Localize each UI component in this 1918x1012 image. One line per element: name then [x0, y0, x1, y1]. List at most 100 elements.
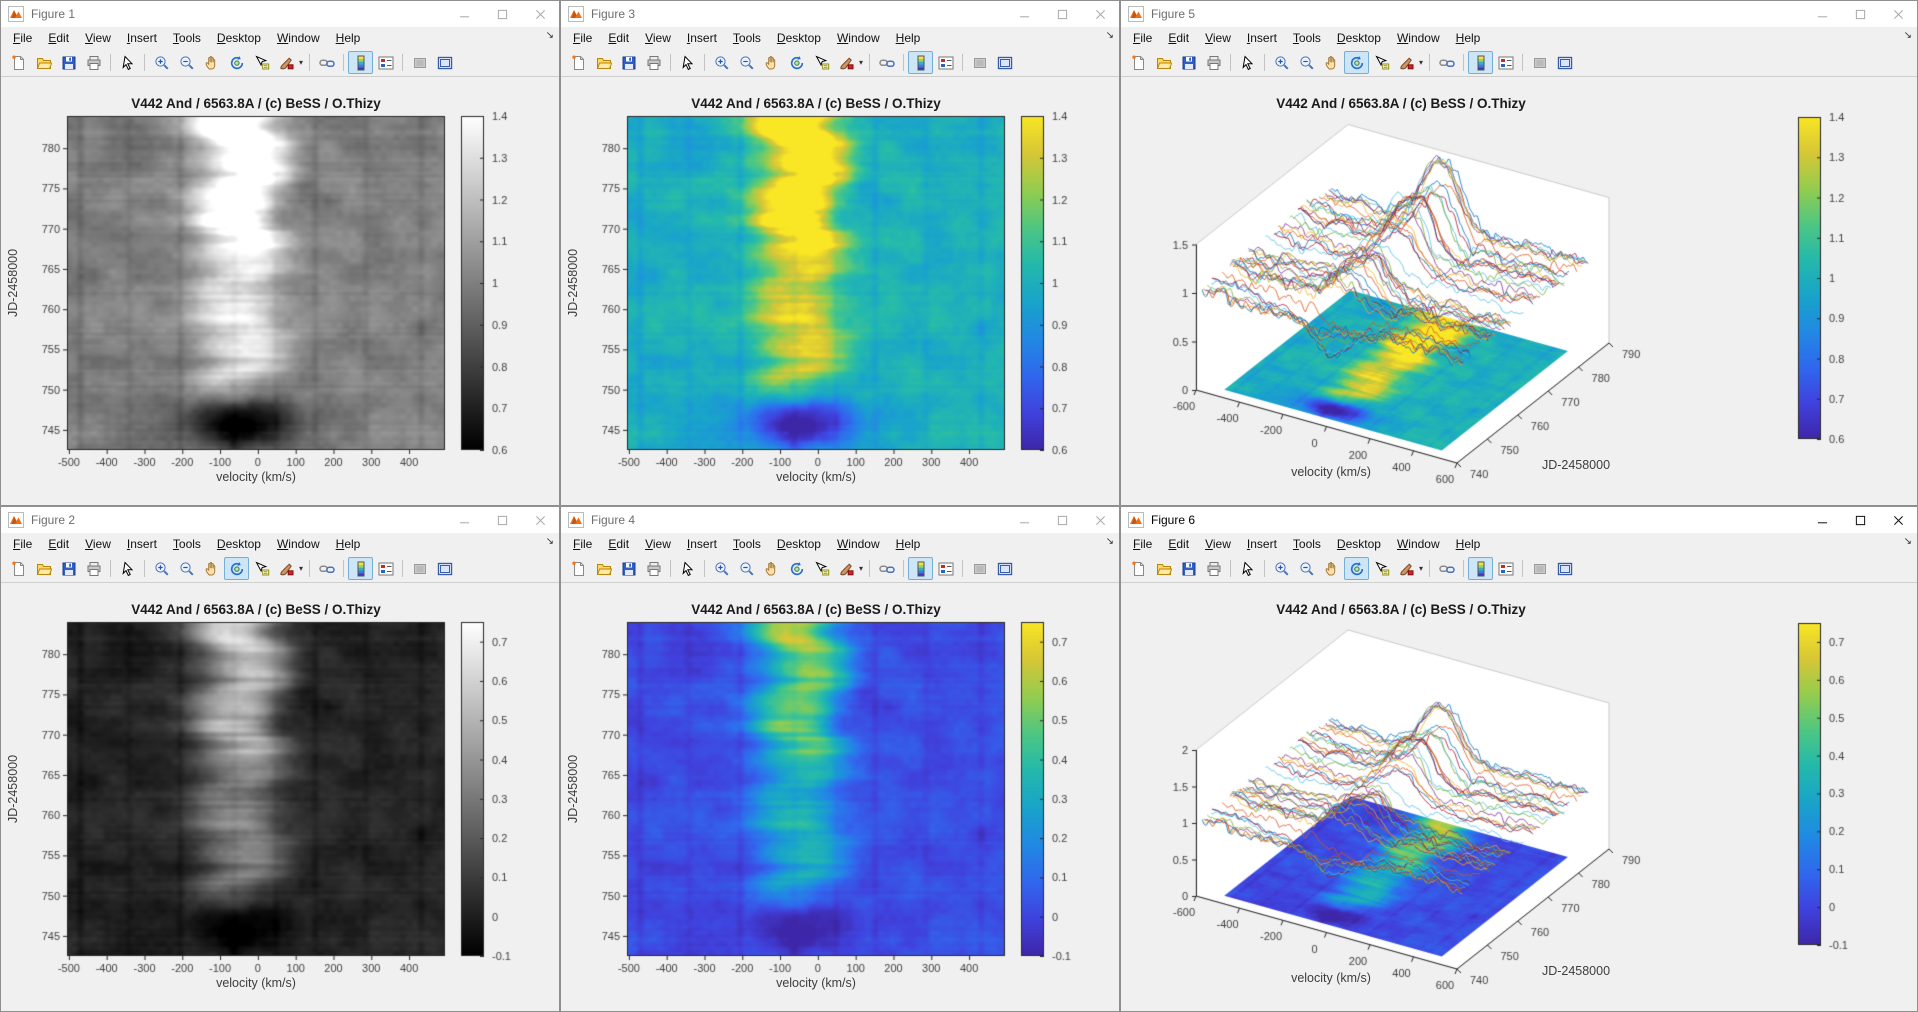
print-figure-icon[interactable] — [641, 51, 666, 74]
insert-colorbar-icon[interactable] — [1468, 557, 1493, 580]
zoom-in-icon[interactable] — [709, 557, 734, 580]
menu-item-desktop[interactable]: Desktop — [769, 29, 829, 47]
menu-item-tools[interactable]: Tools — [165, 29, 209, 47]
menu-item-insert[interactable]: Insert — [679, 535, 725, 553]
pan-icon[interactable] — [199, 557, 224, 580]
pan-icon[interactable] — [1319, 51, 1344, 74]
zoom-in-icon[interactable] — [149, 557, 174, 580]
menu-item-tools[interactable]: Tools — [725, 535, 769, 553]
insert-legend-icon[interactable] — [407, 557, 432, 580]
property-editor-icon[interactable] — [373, 51, 398, 74]
menu-item-file[interactable]: File — [565, 535, 600, 553]
minimize-button[interactable] — [1803, 507, 1841, 533]
menu-item-insert[interactable]: Insert — [119, 29, 165, 47]
pointer-icon[interactable] — [675, 51, 700, 74]
save-figure-icon[interactable] — [1176, 557, 1201, 580]
link-plots-icon[interactable] — [314, 51, 339, 74]
zoom-out-icon[interactable] — [174, 557, 199, 580]
menu-item-help[interactable]: Help — [1448, 535, 1489, 553]
menu-item-window[interactable]: Window — [269, 29, 328, 47]
open-file-icon[interactable] — [1151, 51, 1176, 74]
dock-figure-icon[interactable] — [992, 557, 1017, 580]
brush-icon[interactable] — [1394, 557, 1419, 580]
rotate-3d-icon[interactable] — [1344, 557, 1369, 580]
property-editor-icon[interactable] — [1493, 51, 1518, 74]
menu-item-window[interactable]: Window — [1389, 29, 1448, 47]
menu-item-window[interactable]: Window — [1389, 535, 1448, 553]
menu-item-file[interactable]: File — [1125, 29, 1160, 47]
data-cursor-icon[interactable] — [249, 557, 274, 580]
maximize-button[interactable] — [1043, 1, 1081, 27]
print-figure-icon[interactable] — [81, 51, 106, 74]
titlebar[interactable]: Figure 3 — [561, 1, 1119, 27]
rotate-3d-icon[interactable] — [784, 51, 809, 74]
property-editor-icon[interactable] — [1493, 557, 1518, 580]
open-file-icon[interactable] — [31, 51, 56, 74]
link-plots-icon[interactable] — [1434, 51, 1459, 74]
menu-overflow-icon[interactable]: ↘ — [546, 30, 554, 41]
brush-icon[interactable] — [834, 51, 859, 74]
minimize-button[interactable] — [445, 507, 483, 533]
rotate-3d-icon[interactable] — [224, 51, 249, 74]
waterfall-3d-canvas[interactable] — [1121, 77, 1917, 505]
insert-legend-icon[interactable] — [407, 51, 432, 74]
pointer-icon[interactable] — [675, 557, 700, 580]
property-editor-icon[interactable] — [933, 51, 958, 74]
new-figure-icon[interactable] — [566, 51, 591, 74]
titlebar[interactable]: Figure 5 — [1121, 1, 1917, 27]
save-figure-icon[interactable] — [56, 51, 81, 74]
rotate-3d-icon[interactable] — [1344, 51, 1369, 74]
zoom-in-icon[interactable] — [1269, 557, 1294, 580]
pointer-icon[interactable] — [1235, 557, 1260, 580]
heatmap-canvas[interactable] — [1, 77, 559, 505]
print-figure-icon[interactable] — [1201, 51, 1226, 74]
zoom-out-icon[interactable] — [734, 51, 759, 74]
pan-icon[interactable] — [199, 51, 224, 74]
maximize-button[interactable] — [483, 1, 521, 27]
print-figure-icon[interactable] — [1201, 557, 1226, 580]
titlebar[interactable]: Figure 2 — [1, 507, 559, 533]
new-figure-icon[interactable] — [1126, 557, 1151, 580]
pan-icon[interactable] — [1319, 557, 1344, 580]
link-plots-icon[interactable] — [874, 51, 899, 74]
brush-icon[interactable] — [1394, 51, 1419, 74]
open-file-icon[interactable] — [591, 557, 616, 580]
brush-dropdown-caret[interactable]: ▾ — [1419, 58, 1423, 67]
menu-item-tools[interactable]: Tools — [1285, 535, 1329, 553]
pointer-icon[interactable] — [115, 557, 140, 580]
menu-item-window[interactable]: Window — [829, 535, 888, 553]
close-button[interactable] — [1879, 1, 1917, 27]
zoom-out-icon[interactable] — [1294, 51, 1319, 74]
zoom-out-icon[interactable] — [734, 557, 759, 580]
close-button[interactable] — [521, 507, 559, 533]
menu-overflow-icon[interactable]: ↘ — [1106, 536, 1114, 547]
save-figure-icon[interactable] — [616, 557, 641, 580]
menu-item-tools[interactable]: Tools — [1285, 29, 1329, 47]
save-figure-icon[interactable] — [56, 557, 81, 580]
save-figure-icon[interactable] — [616, 51, 641, 74]
heatmap-canvas[interactable] — [561, 583, 1119, 1011]
menu-overflow-icon[interactable]: ↘ — [546, 536, 554, 547]
menu-item-help[interactable]: Help — [1448, 29, 1489, 47]
menu-item-help[interactable]: Help — [328, 29, 369, 47]
menu-item-file[interactable]: File — [1125, 535, 1160, 553]
insert-legend-icon[interactable] — [967, 557, 992, 580]
dock-figure-icon[interactable] — [1552, 51, 1577, 74]
insert-colorbar-icon[interactable] — [1468, 51, 1493, 74]
brush-dropdown-caret[interactable]: ▾ — [299, 564, 303, 573]
menu-item-file[interactable]: File — [5, 535, 40, 553]
heatmap-canvas[interactable] — [561, 77, 1119, 505]
menu-item-edit[interactable]: Edit — [1160, 535, 1197, 553]
brush-dropdown-caret[interactable]: ▾ — [299, 58, 303, 67]
link-plots-icon[interactable] — [874, 557, 899, 580]
link-plots-icon[interactable] — [1434, 557, 1459, 580]
menu-item-view[interactable]: View — [77, 535, 119, 553]
new-figure-icon[interactable] — [1126, 51, 1151, 74]
maximize-button[interactable] — [1841, 507, 1879, 533]
menu-item-view[interactable]: View — [1197, 535, 1239, 553]
data-cursor-icon[interactable] — [809, 557, 834, 580]
brush-icon[interactable] — [274, 557, 299, 580]
insert-colorbar-icon[interactable] — [908, 51, 933, 74]
pan-icon[interactable] — [759, 557, 784, 580]
menu-item-desktop[interactable]: Desktop — [769, 535, 829, 553]
